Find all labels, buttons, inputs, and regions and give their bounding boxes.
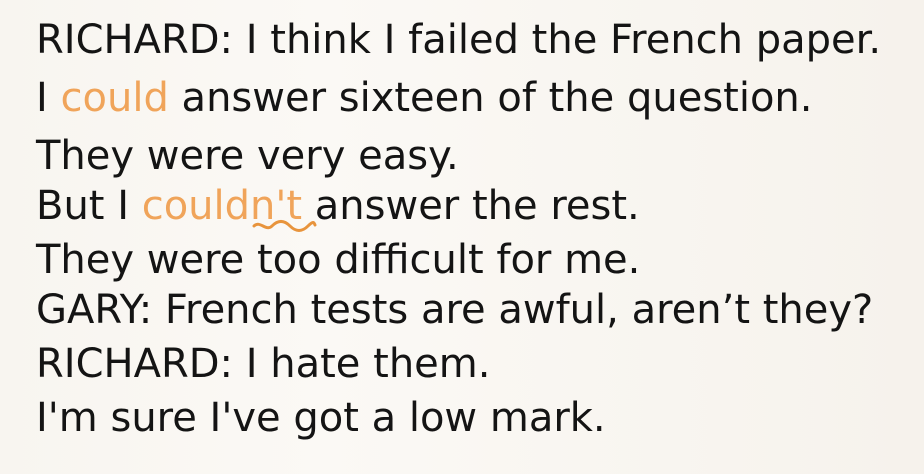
dialogue-line-6: GARY: French tests are awful, aren’t the…	[36, 284, 873, 336]
dialogue-line-8: I'm sure I've got a low mark.	[36, 392, 606, 444]
dialogue-line-1: RICHARD: I think I failed the French pap…	[36, 14, 881, 66]
line-4-text-start: But I	[36, 183, 142, 229]
dialogue-line-2: I could answer sixteen of the question.	[36, 72, 813, 124]
line-8-text: I'm sure I've got a low mark.	[36, 395, 606, 441]
line-7-text: RICHARD: I hate them.	[36, 341, 491, 387]
dialogue-line-5: They were too difficult for me.	[36, 234, 640, 286]
dialogue-line-7: RICHARD: I hate them.	[36, 338, 490, 390]
line-2-text-start: I	[36, 75, 61, 121]
line-5-text: They were too difficult for me.	[36, 237, 641, 283]
dialogue-line-3: They were very easy.	[36, 130, 459, 182]
dialogue-board: RICHARD: I think I failed the French pap…	[0, 0, 924, 474]
line-6-text: GARY: French tests are awful, aren’t the…	[36, 287, 874, 333]
squiggle-underline-annotation	[252, 220, 317, 232]
highlighted-word-could: could	[60, 75, 169, 121]
dialogue-line-4: But I couldn't answer the rest.	[36, 180, 640, 232]
line-2-text-end: answer sixteen of the question.	[168, 75, 813, 121]
line-3-text: They were very easy.	[36, 133, 459, 179]
line-1-text: RICHARD: I think I failed the French pap…	[36, 17, 882, 63]
line-4-text-end: answer the rest.	[302, 183, 640, 229]
